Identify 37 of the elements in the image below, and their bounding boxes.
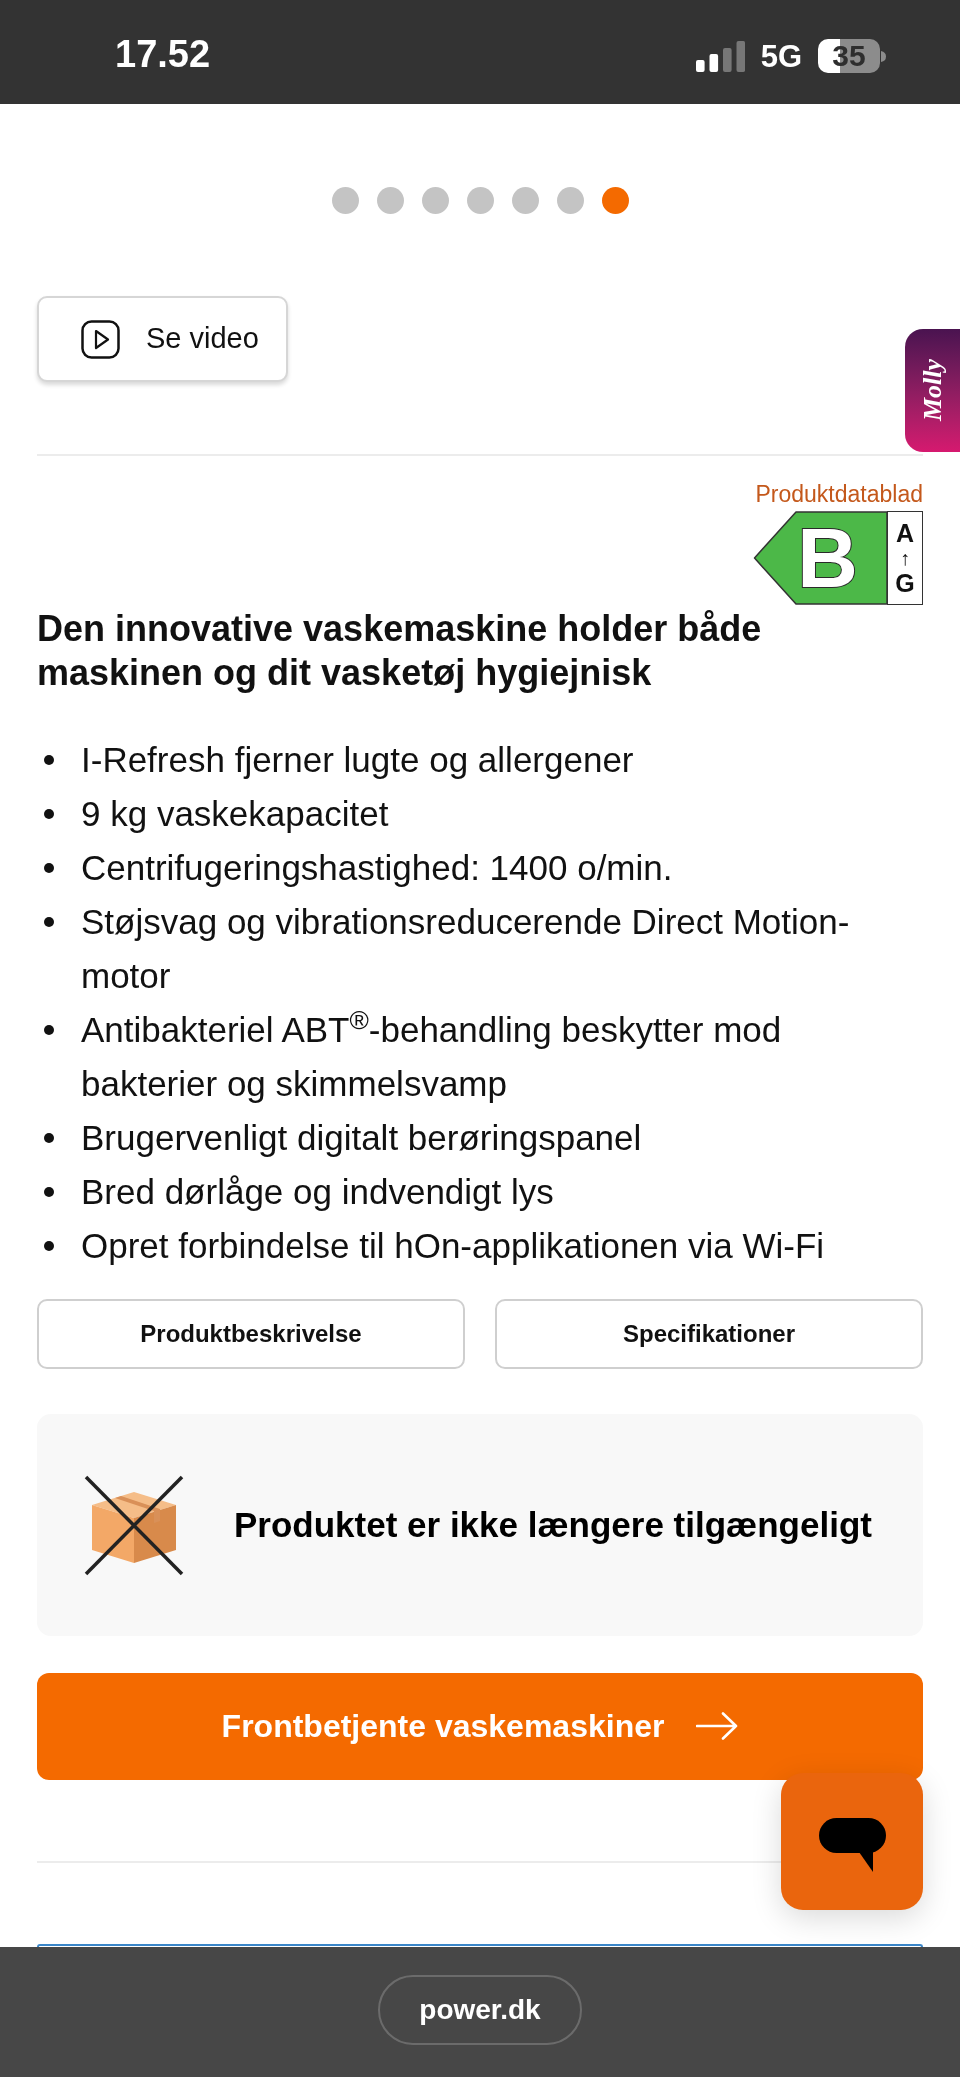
feature-text: 9 kg vaskekapacitet	[81, 793, 389, 836]
energy-scale-arrow: ↑	[900, 547, 910, 570]
bullet-icon	[44, 863, 54, 874]
signal-icon	[695, 40, 745, 72]
battery-tip-icon	[881, 50, 886, 62]
crossed-out-box-icon	[84, 1474, 184, 1576]
video-button[interactable]: Se video	[37, 296, 288, 383]
bullet-icon	[44, 1241, 54, 1252]
feature-text: Støjsvag og vibrationsreducerende Direct Motion-motor	[81, 901, 851, 998]
assistant-tab[interactable]: Molly	[905, 329, 960, 452]
energy-scale-top: A	[895, 519, 915, 548]
availability-message: Produktet er ikke længere tilgængeligt	[234, 1503, 872, 1546]
feature-text: Centrifugeringshastighed: 1400 o/min.	[81, 847, 673, 890]
bullet-icon	[44, 1187, 54, 1198]
feature-text: Antibakteriel ABT$^{®}$-behandling beskytter mod bakterier og skimmelsvamp	[81, 1004, 783, 1106]
bullet-icon	[44, 1133, 54, 1144]
network-type: 5G	[760, 40, 802, 72]
energy-class: B	[797, 518, 858, 599]
bullet-icon	[44, 917, 54, 928]
product-heading: Den innovative vaskemaskine holder både maskinen og dit vasketøj hygiejnisk	[37, 607, 763, 696]
feature-text: Opret forbindelse til hOn-applikationen via Wi-Fi	[81, 1225, 825, 1268]
feature-text: I-Refresh fjerner lugte og allergener	[81, 739, 634, 782]
feature-text: Brugervenligt digitalt berøringspanel	[81, 1117, 642, 1160]
bullet-icon	[44, 755, 54, 766]
bullet-icon	[44, 1025, 54, 1036]
status-time: 17.52	[115, 35, 211, 73]
section-button[interactable]: Specifikationer	[495, 1299, 923, 1370]
chat-button[interactable]	[781, 1773, 923, 1910]
bullet-icon	[44, 809, 54, 820]
energy-scale-bottom: G	[895, 569, 915, 598]
section-button[interactable]: Produktbeskrivelse	[37, 1299, 465, 1370]
feature-text: Bred dørlåge og indvendigt lys	[81, 1171, 554, 1214]
product-datasheet-link[interactable]: Produktdatablad	[755, 480, 923, 509]
url-pill[interactable]: power.dk	[378, 1975, 582, 2045]
play-icon	[81, 319, 120, 359]
arrow-right-icon	[696, 1712, 739, 1741]
chat-bubble-icon	[818, 1817, 886, 1872]
